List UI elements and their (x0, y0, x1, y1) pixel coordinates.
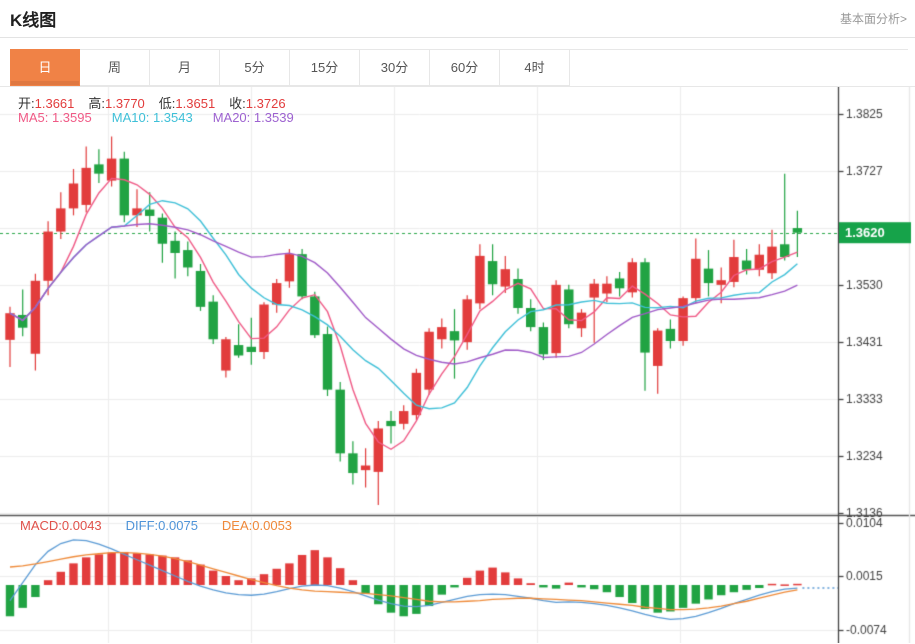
chart-area: 开:1.3661高:1.3770低:1.3651收:1.3726 MA5: 1.… (0, 86, 915, 643)
tab-15min[interactable]: 15分 (290, 49, 360, 86)
widget-header: K线图 基本面分析> (0, 0, 915, 38)
tab-week[interactable]: 周 (80, 49, 150, 86)
kline-canvas[interactable] (0, 87, 915, 643)
fundamental-analysis-link[interactable]: 基本面分析> (840, 10, 907, 27)
tab-60min[interactable]: 60分 (430, 49, 500, 86)
tab-5min[interactable]: 5分 (220, 49, 290, 86)
page-title: K线图 (10, 6, 56, 31)
tab-bar-filler (570, 49, 908, 86)
tab-30min[interactable]: 30分 (360, 49, 430, 86)
tab-4hour[interactable]: 4时 (500, 49, 570, 86)
interval-tab-bar: 日 周 月 5分 15分 30分 60分 4时 (10, 49, 915, 86)
tab-month[interactable]: 月 (150, 49, 220, 86)
tab-day[interactable]: 日 (10, 49, 80, 86)
